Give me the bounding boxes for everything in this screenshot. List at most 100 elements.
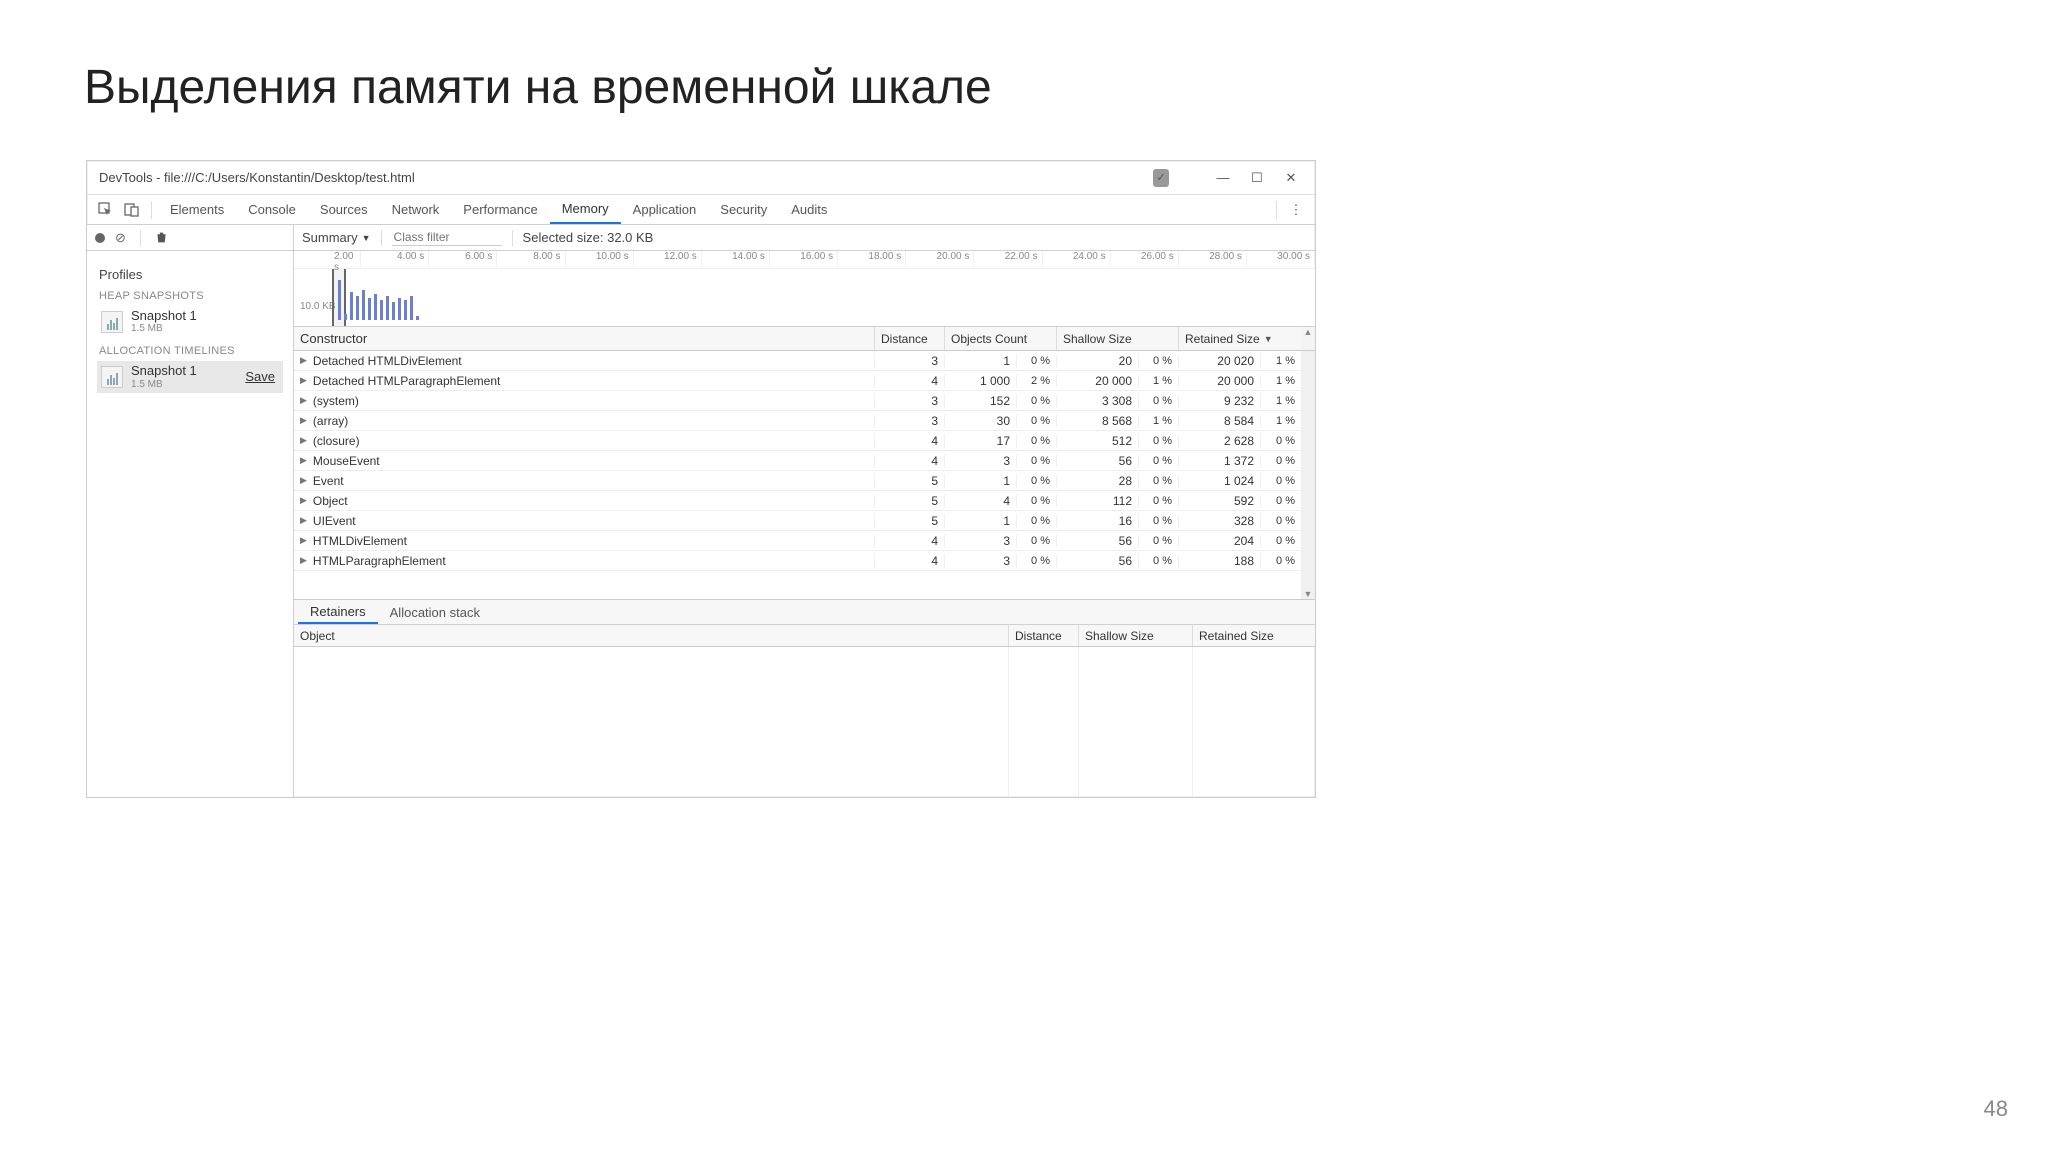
expand-icon[interactable]: ▶: [300, 495, 307, 506]
divider: [151, 201, 152, 219]
cell-retained-pct: 1 %: [1261, 395, 1301, 407]
expand-icon[interactable]: ▶: [300, 455, 307, 466]
cell-retained-pct: 0 %: [1261, 515, 1301, 527]
timeline-tick: 22.00 s: [974, 251, 1042, 268]
extension-icon[interactable]: ✓: [1153, 169, 1169, 187]
window-minimize-button[interactable]: —: [1215, 170, 1231, 185]
devtools-tabbar: ElementsConsoleSourcesNetworkPerformance…: [87, 195, 1315, 225]
table-row[interactable]: ▶Detached HTMLParagraphElement41 0002 %2…: [294, 371, 1301, 391]
cell-shallow: 512: [1057, 434, 1139, 448]
retainers-tab-allocation-stack[interactable]: Allocation stack: [378, 600, 492, 624]
view-dropdown[interactable]: Summary ▼: [302, 230, 371, 245]
cell-retained-pct: 0 %: [1261, 455, 1301, 467]
clear-icon[interactable]: ⊘: [115, 230, 126, 246]
cell-objects: 1: [945, 514, 1017, 528]
inspect-icon[interactable]: [97, 201, 115, 219]
cell-shallow: 20: [1057, 354, 1139, 368]
table-row[interactable]: ▶(system)31520 %3 3080 %9 2321 %: [294, 391, 1301, 411]
allocation-snapshot-item[interactable]: Snapshot 1 1.5 MB Save: [97, 361, 283, 392]
expand-icon[interactable]: ▶: [300, 395, 307, 406]
expand-icon[interactable]: ▶: [300, 475, 307, 486]
col-objects-count[interactable]: Objects Count: [945, 327, 1057, 350]
cell-distance: 5: [875, 474, 945, 488]
cell-objects-pct: 0 %: [1017, 515, 1057, 527]
cell-retained: 328: [1179, 514, 1261, 528]
table-row[interactable]: ▶HTMLParagraphElement430 %560 %1880 %: [294, 551, 1301, 571]
table-row[interactable]: ▶(closure)4170 %5120 %2 6280 %: [294, 431, 1301, 451]
expand-icon[interactable]: ▶: [300, 355, 307, 366]
tab-audits[interactable]: Audits: [779, 195, 839, 224]
timeline-tick: 4.00 s: [361, 251, 429, 268]
selected-size-label: Selected size: 32.0 KB: [523, 230, 654, 245]
timeline-tick: 26.00 s: [1111, 251, 1179, 268]
window-close-button[interactable]: ✕: [1283, 170, 1299, 186]
sidebar-toolbar: ⊘: [87, 225, 293, 251]
col-constructor[interactable]: Constructor: [294, 327, 875, 350]
constructor-name: (system): [313, 394, 359, 408]
table-row[interactable]: ▶HTMLDivElement430 %560 %2040 %: [294, 531, 1301, 551]
cell-distance: 4: [875, 534, 945, 548]
cell-shallow-pct: 1 %: [1139, 415, 1179, 427]
table-row[interactable]: ▶UIEvent510 %160 %3280 %: [294, 511, 1301, 531]
divider: [512, 230, 513, 246]
col-object[interactable]: Object: [294, 625, 1009, 646]
col-shallow-size[interactable]: Shallow Size: [1079, 625, 1193, 646]
constructor-name: (array): [313, 414, 348, 428]
cell-distance: 4: [875, 554, 945, 568]
col-retained-size[interactable]: Retained Size: [1193, 625, 1315, 646]
table-row[interactable]: ▶Object540 %1120 %5920 %: [294, 491, 1301, 511]
scrollbar[interactable]: ▼: [1301, 351, 1315, 599]
class-filter-input[interactable]: [392, 229, 502, 246]
timeline-tick: 2.00 s: [294, 251, 361, 268]
col-shallow-size[interactable]: Shallow Size: [1057, 327, 1179, 350]
retainers-header: Object Distance Shallow Size Retained Si…: [294, 625, 1315, 647]
expand-icon[interactable]: ▶: [300, 555, 307, 566]
window-maximize-button[interactable]: ☐: [1249, 170, 1265, 186]
cell-shallow: 3 308: [1057, 394, 1139, 408]
expand-icon[interactable]: ▶: [300, 435, 307, 446]
timeline-tick: 12.00 s: [634, 251, 702, 268]
cell-shallow-pct: 0 %: [1139, 435, 1179, 447]
table-row[interactable]: ▶Detached HTMLDivElement310 %200 %20 020…: [294, 351, 1301, 371]
cell-retained: 592: [1179, 494, 1261, 508]
tab-network[interactable]: Network: [380, 195, 452, 224]
save-link[interactable]: Save: [245, 369, 279, 384]
scrollbar[interactable]: ▲: [1301, 327, 1315, 351]
constructor-name: Detached HTMLParagraphElement: [313, 374, 500, 388]
timeline-tick: 6.00 s: [429, 251, 497, 268]
tab-application[interactable]: Application: [621, 195, 709, 224]
tab-console[interactable]: Console: [236, 195, 308, 224]
expand-icon[interactable]: ▶: [300, 415, 307, 426]
constructor-name: Object: [313, 494, 348, 508]
col-retained-size[interactable]: Retained Size ▼: [1179, 327, 1301, 350]
tab-elements[interactable]: Elements: [158, 195, 236, 224]
col-distance[interactable]: Distance: [1009, 625, 1079, 646]
tab-performance[interactable]: Performance: [451, 195, 549, 224]
trash-icon[interactable]: [155, 231, 168, 244]
device-toggle-icon[interactable]: [123, 201, 141, 219]
more-icon[interactable]: ⋮: [1287, 201, 1305, 219]
cell-objects-pct: 0 %: [1017, 435, 1057, 447]
table-row[interactable]: ▶MouseEvent430 %560 %1 3720 %: [294, 451, 1301, 471]
table-row[interactable]: ▶Event510 %280 %1 0240 %: [294, 471, 1301, 491]
tab-memory[interactable]: Memory: [550, 195, 621, 224]
timeline-tick: 30.00 s: [1247, 251, 1315, 268]
col-distance[interactable]: Distance: [875, 327, 945, 350]
heap-snapshot-item[interactable]: Snapshot 1 1.5 MB: [97, 306, 283, 337]
allocation-timeline[interactable]: 2.00 s4.00 s6.00 s8.00 s10.00 s12.00 s14…: [294, 251, 1315, 327]
retainers-tab-retainers[interactable]: Retainers: [298, 600, 378, 624]
record-icon[interactable]: [95, 233, 105, 243]
expand-icon[interactable]: ▶: [300, 375, 307, 386]
divider: [1276, 201, 1277, 219]
tab-security[interactable]: Security: [708, 195, 779, 224]
expand-icon[interactable]: ▶: [300, 515, 307, 526]
tab-sources[interactable]: Sources: [308, 195, 380, 224]
cell-retained-pct: 0 %: [1261, 435, 1301, 447]
cell-objects: 4: [945, 494, 1017, 508]
cell-shallow-pct: 0 %: [1139, 555, 1179, 567]
snapshot-size: 1.5 MB: [131, 323, 197, 334]
cell-distance: 3: [875, 354, 945, 368]
expand-icon[interactable]: ▶: [300, 535, 307, 546]
table-row[interactable]: ▶(array)3300 %8 5681 %8 5841 %: [294, 411, 1301, 431]
cell-objects-pct: 0 %: [1017, 395, 1057, 407]
